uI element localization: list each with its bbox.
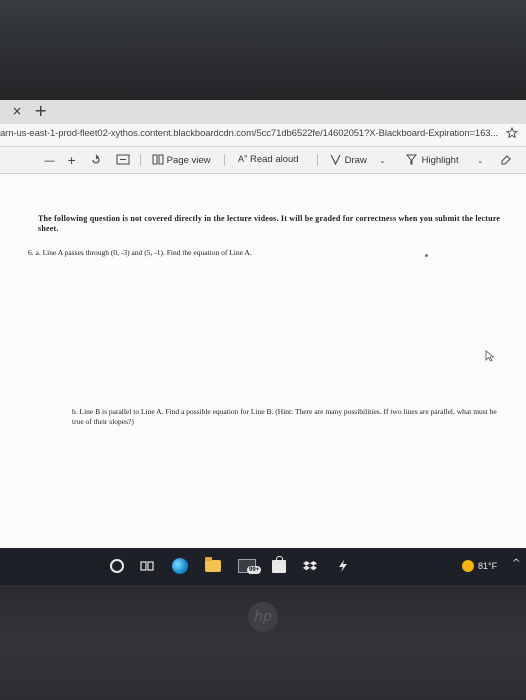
url-text[interactable]: arn-us-east-1-prod-fleet02-xythos.conten… [0,128,498,139]
draw-label: Draw [344,155,367,166]
read-aloud-button[interactable]: A» Read aloud [238,154,299,165]
hp-logo-icon: hp [248,602,278,632]
file-explorer-icon[interactable] [205,557,221,574]
rotate-icon[interactable] [90,154,102,169]
highlight-button[interactable]: Highlight ⌄ [405,154,483,168]
stray-mark [425,254,428,257]
toolbar-divider [140,154,141,166]
mail-badge: 99+ [247,566,262,574]
laptop-bezel-bottom: hp [0,585,526,700]
zoom-out-button[interactable]: — [44,154,55,167]
highlight-icon [405,154,419,168]
tab-strip: × + [0,100,526,124]
chevron-down-icon[interactable]: ⌄ [379,158,385,165]
pdf-toolbar: — + Page view A» Read aloud Draw ⌄ Highl… [0,147,526,174]
toolbar-divider [224,154,225,166]
draw-button[interactable]: Draw ⌄ [330,154,385,168]
tab-close-icon[interactable]: × [12,103,22,119]
sun-icon [462,560,474,572]
pdf-document[interactable]: The following question is not covered di… [0,174,526,549]
temperature: 81°F [478,561,498,571]
chevron-up-icon[interactable]: ^ [512,558,520,569]
mouse-cursor-icon [485,350,495,365]
new-tab-icon[interactable]: + [34,103,47,119]
task-view-icon[interactable] [140,558,154,574]
dropbox-icon[interactable] [303,558,317,574]
instructions-text: The following question is not covered di… [38,214,501,233]
read-aloud-label: Read aloud [250,154,299,165]
page-view-label: Page view [166,155,211,166]
search-icon[interactable] [110,558,124,574]
fit-page-icon[interactable] [116,154,130,168]
question-6a: 6. a. Line A passes through (0, -3) and … [28,248,252,257]
store-icon[interactable] [272,555,286,574]
toolbar-divider [317,154,318,166]
eraser-icon[interactable] [500,154,512,168]
page-view-button[interactable]: Page view [152,154,210,168]
chevron-down-icon[interactable]: ⌄ [477,158,483,165]
mail-icon[interactable]: 99+ [238,558,262,574]
edge-browser-icon[interactable] [172,558,188,574]
question-6b: b. Line B is parallel to Line A. Find a … [72,407,497,426]
address-bar[interactable]: arn-us-east-1-prod-fleet02-xythos.conten… [0,124,526,147]
highlight-label: Highlight [421,155,459,166]
weather-widget[interactable]: 81°F [462,560,497,572]
taskbar: 99+ 81°F ^ [0,548,526,585]
zoom-in-button[interactable]: + [67,154,76,167]
laptop-bezel-top [0,0,526,100]
screen: × + arn-us-east-1-prod-fleet02-xythos.co… [0,100,526,585]
lightning-app-icon[interactable] [338,558,348,574]
read-aloud-icon: A» [238,154,248,164]
favorites-icon[interactable] [505,126,519,142]
draw-icon [330,154,342,168]
page-view-icon [152,154,164,168]
